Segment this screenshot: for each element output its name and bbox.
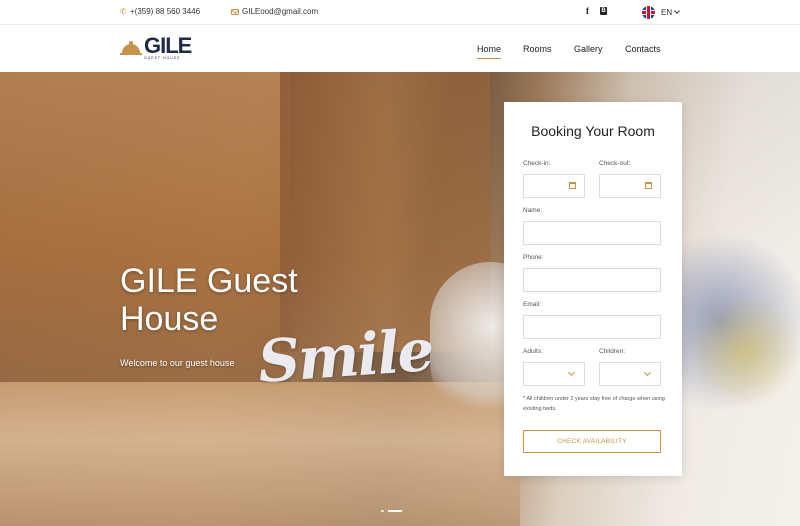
- email-address[interactable]: GILEood@gmail.com: [242, 7, 318, 16]
- slider-pagination: [381, 510, 402, 512]
- nav-gallery[interactable]: Gallery: [574, 44, 603, 54]
- logo-subtitle: GUEST HOUSE: [144, 56, 181, 60]
- booking-form: Booking Your Room Check-in: Check-out: N…: [504, 102, 682, 476]
- uk-flag-icon: [642, 6, 655, 19]
- checkin-label: Check-in:: [523, 160, 551, 167]
- phone-label: Phone:: [523, 254, 544, 261]
- mail-icon: [231, 8, 239, 15]
- hero-subtitle: Welcome to our guest house: [120, 358, 235, 368]
- children-select[interactable]: [599, 362, 661, 386]
- email-label: Email:: [523, 301, 542, 308]
- nav-rooms[interactable]: Rooms: [523, 44, 552, 54]
- main-header: GILE GUEST HOUSE Home Rooms Gallery Cont…: [0, 25, 800, 72]
- children-label: Children:: [599, 348, 626, 355]
- phone-number[interactable]: +(359) 88 560 3446: [130, 7, 200, 16]
- email-input[interactable]: [523, 315, 661, 339]
- top-bar: ✆ +(359) 88 560 3446 GILEood@gmail.com f…: [0, 0, 800, 25]
- name-input[interactable]: [523, 221, 661, 245]
- adults-select[interactable]: [523, 362, 585, 386]
- service-bell-icon: [120, 41, 142, 55]
- chevron-down-icon: [674, 8, 680, 14]
- checkout-label: Check-out:: [599, 160, 631, 167]
- adults-label: Adults:: [523, 348, 543, 355]
- children-policy-note: * All children under 2 years stay free o…: [523, 396, 665, 412]
- checkin-input[interactable]: [523, 174, 585, 198]
- phone-contact[interactable]: ✆ +(359) 88 560 3446: [120, 7, 200, 16]
- nav-contacts[interactable]: Contacts: [625, 44, 661, 54]
- checkout-input[interactable]: [599, 174, 661, 198]
- booking-title: Booking Your Room: [531, 123, 655, 139]
- calendar-icon: [569, 182, 576, 189]
- calendar-icon: [645, 182, 652, 189]
- nav-home[interactable]: Home: [477, 44, 502, 59]
- chevron-down-icon: [643, 368, 652, 377]
- phone-input[interactable]: [523, 268, 661, 292]
- slider-dot-active[interactable]: [388, 510, 402, 512]
- email-contact[interactable]: GILEood@gmail.com: [231, 7, 318, 16]
- site-logo[interactable]: GILE GUEST HOUSE: [120, 35, 196, 62]
- hero-title: GILE Guest House: [120, 262, 298, 338]
- chevron-down-icon: [567, 368, 576, 377]
- booking-icon[interactable]: B: [600, 7, 607, 15]
- phone-icon: ✆: [120, 6, 127, 16]
- slider-dot[interactable]: [381, 510, 384, 512]
- language-selector[interactable]: EN: [642, 6, 680, 19]
- facebook-icon[interactable]: f: [586, 6, 589, 16]
- name-label: Name:: [523, 207, 543, 214]
- logo-name: GILE: [144, 33, 192, 58]
- check-availability-button[interactable]: CHECK AVAILABILITY: [523, 430, 661, 453]
- language-label: EN: [661, 8, 673, 17]
